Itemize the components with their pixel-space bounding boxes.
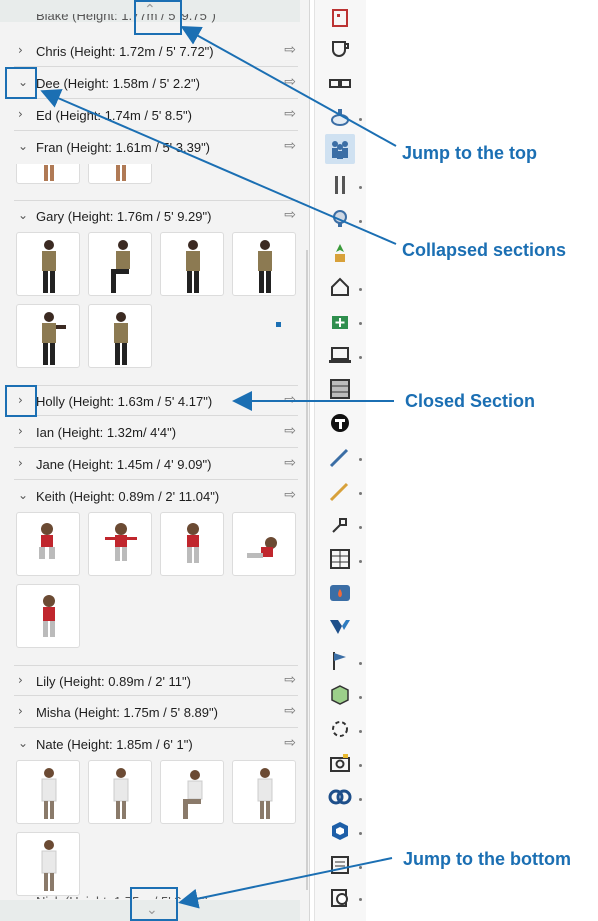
arrow-jump-top (180, 26, 397, 147)
annotation-closed: Closed Section (405, 391, 536, 411)
annotation-collapsed: Collapsed sections (402, 240, 567, 260)
annotation-arrows (40, 26, 397, 909)
arrow-jump-bottom (178, 857, 393, 909)
arrow-collapsed (40, 89, 397, 245)
annotation-jump-top: Jump to the top (402, 143, 537, 163)
annotation-jump-bottom: Jump to the bottom (403, 849, 571, 869)
